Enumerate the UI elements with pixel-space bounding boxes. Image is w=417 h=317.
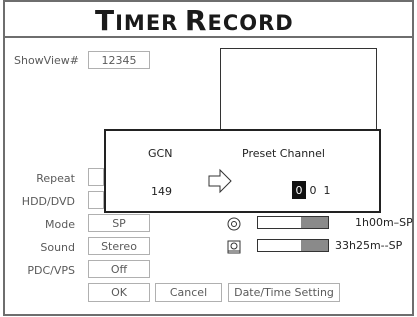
page-title: TIMER RECORD [95, 4, 294, 37]
digit-2[interactable]: 0 [306, 181, 320, 199]
mode-label: Mode [45, 218, 75, 231]
preset-channel-dialog: GCN Preset Channel 149 0 0 1 [104, 129, 381, 213]
hdd-icon [227, 239, 241, 254]
pdc-vps-field[interactable]: Off [88, 260, 150, 278]
sound-label: Sound [40, 241, 75, 254]
hdd-dvd-field[interactable] [88, 191, 104, 209]
ok-button[interactable]: OK [88, 283, 150, 302]
repeat-label: Repeat [36, 172, 75, 185]
title-bar: TIMER RECORD [5, 2, 412, 38]
hdd-dvd-label: HDD/DVD [21, 195, 75, 208]
date-time-setting-button[interactable]: Date/Time Setting [228, 283, 340, 302]
sound-field[interactable]: Stereo [88, 237, 150, 255]
showview-field[interactable]: 12345 [88, 51, 150, 69]
hdd-capacity-bar [257, 239, 329, 252]
dvd-capacity-bar [257, 216, 329, 229]
cancel-button[interactable]: Cancel [155, 283, 222, 302]
dvd-capacity-text: 1h00m–SP [355, 216, 413, 229]
gcn-label: GCN [148, 147, 173, 160]
arrow-right-icon [208, 168, 232, 198]
digit-1[interactable]: 0 [292, 181, 306, 199]
mode-field[interactable]: SP [88, 214, 150, 232]
disc-icon [227, 216, 241, 231]
preset-channel-label: Preset Channel [242, 147, 325, 160]
gcn-value: 149 [151, 185, 172, 198]
hdd-capacity-text: 33h25m--SP [335, 239, 403, 252]
pdc-vps-label: PDC/VPS [27, 264, 75, 277]
digit-3[interactable]: 1 [320, 181, 334, 199]
repeat-field[interactable] [88, 168, 104, 186]
showview-label: ShowView# [13, 54, 79, 67]
preset-channel-digits[interactable]: 0 0 1 [292, 181, 334, 199]
timer-record-window: TIMER RECORD ShowView# 12345 Repeat HDD/… [3, 0, 414, 316]
